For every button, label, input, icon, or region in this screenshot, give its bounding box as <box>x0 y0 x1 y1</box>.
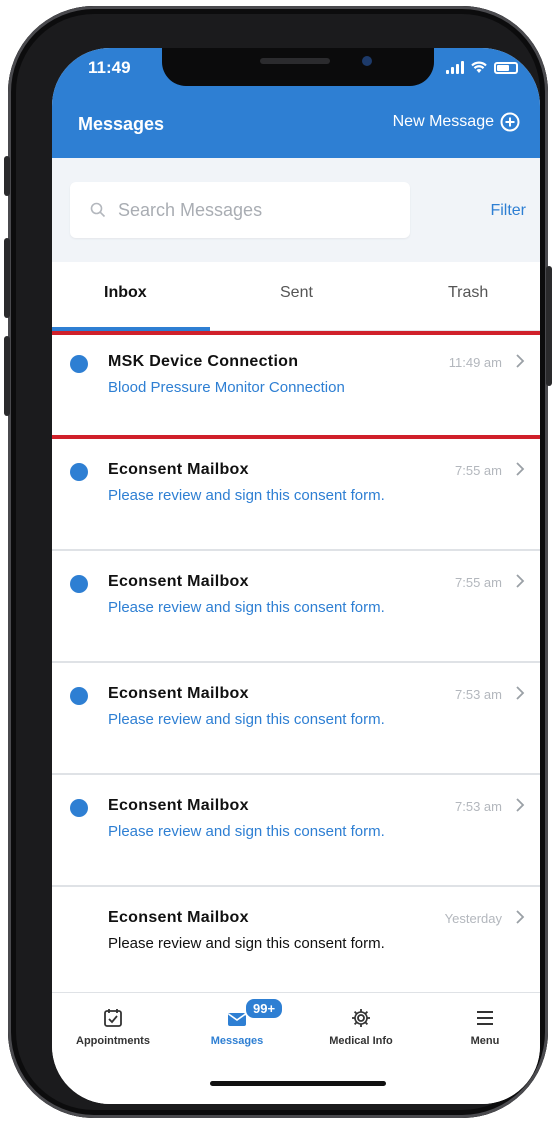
cellular-signal-icon <box>446 60 464 74</box>
hamburger-menu-icon <box>477 1011 493 1025</box>
message-sender: Econsent Mailbox <box>108 573 249 590</box>
nav-messages[interactable]: 99+ Messages <box>182 997 292 1047</box>
calendar-check-icon <box>104 1009 122 1027</box>
message-row-read[interactable]: Econsent Mailbox Please review and sign … <box>52 887 540 999</box>
notch <box>162 48 434 86</box>
chevron-right-icon <box>516 462 525 476</box>
message-preview: Please review and sign this consent form… <box>108 935 385 952</box>
unread-dot <box>70 355 88 373</box>
nav-label: Medical Info <box>329 1035 393 1047</box>
new-message-label: New Message <box>392 113 494 130</box>
message-row[interactable]: Econsent Mailbox Please review and sign … <box>52 663 540 775</box>
nav-menu[interactable]: Menu <box>430 1007 540 1047</box>
message-sender: Econsent Mailbox <box>108 685 249 702</box>
gear-icon <box>352 1009 370 1027</box>
message-tabs: Inbox Sent Trash <box>52 262 540 331</box>
status-icons <box>446 60 518 74</box>
tab-trash[interactable]: Trash <box>448 284 488 302</box>
chevron-right-icon <box>516 686 525 700</box>
status-time: 11:49 <box>88 58 131 77</box>
message-preview: Please review and sign this consent form… <box>108 599 385 616</box>
message-time: 7:53 am <box>455 687 502 702</box>
tab-inbox[interactable]: Inbox <box>104 284 147 302</box>
message-list: MSK Device Connection Blood Pressure Mon… <box>52 331 540 999</box>
chevron-right-icon <box>516 574 525 588</box>
message-preview: Please review and sign this consent form… <box>108 487 385 504</box>
message-time: 7:53 am <box>455 799 502 814</box>
message-preview: Blood Pressure Monitor Connection <box>108 379 345 396</box>
filter-button[interactable]: Filter <box>490 202 526 220</box>
status-bar: 11:49 <box>52 48 540 92</box>
app-header: Messages New Message <box>52 92 540 158</box>
volume-down-button <box>4 336 10 416</box>
message-preview: Please review and sign this consent form… <box>108 711 385 728</box>
nav-label: Appointments <box>76 1035 150 1047</box>
tab-sent[interactable]: Sent <box>280 284 313 302</box>
message-sender: Econsent Mailbox <box>108 461 249 478</box>
wifi-icon <box>471 61 487 73</box>
search-input[interactable] <box>116 198 400 222</box>
message-row[interactable]: Econsent Mailbox Please review and sign … <box>52 551 540 663</box>
nav-appointments[interactable]: Appointments <box>58 1007 168 1047</box>
message-time: 7:55 am <box>455 575 502 590</box>
search-area: Filter <box>52 158 540 262</box>
plus-circle-icon <box>500 112 520 132</box>
message-preview: Please review and sign this consent form… <box>108 823 385 840</box>
power-button <box>546 266 552 386</box>
chevron-right-icon <box>516 798 525 812</box>
message-row[interactable]: Econsent Mailbox Please review and sign … <box>52 775 540 887</box>
message-sender: Econsent Mailbox <box>108 797 249 814</box>
search-box[interactable] <box>70 182 410 238</box>
message-row-highlighted[interactable]: MSK Device Connection Blood Pressure Mon… <box>52 331 540 439</box>
home-indicator <box>210 1081 386 1086</box>
unread-count-badge: 99+ <box>244 997 285 1020</box>
nav-medical-info[interactable]: Medical Info <box>306 1007 416 1047</box>
unread-dot <box>70 687 88 705</box>
unread-dot <box>70 463 88 481</box>
battery-icon <box>494 62 518 74</box>
page-title: Messages <box>78 114 165 134</box>
nav-label: Messages <box>210 1035 264 1047</box>
unread-dot <box>70 575 88 593</box>
message-sender: Econsent Mailbox <box>108 909 249 926</box>
mute-switch <box>4 156 10 196</box>
chevron-right-icon <box>516 354 525 368</box>
message-row[interactable]: Econsent Mailbox Please review and sign … <box>52 439 540 551</box>
unread-dot <box>70 799 88 817</box>
speaker-grille <box>260 58 330 64</box>
message-sender: MSK Device Connection <box>108 353 299 370</box>
phone-frame: 11:49 Messages New Message Search Messag… <box>4 6 552 1118</box>
search-icon <box>90 202 106 218</box>
front-camera <box>362 56 372 66</box>
message-time: 7:55 am <box>455 463 502 478</box>
bottom-nav: Appointments 99+ Messages Medical Info M… <box>52 992 540 1104</box>
message-time: Yesterday <box>444 911 502 926</box>
volume-up-button <box>4 238 10 318</box>
phone-screen: 11:49 Messages New Message Search Messag… <box>52 48 540 1104</box>
new-message-button[interactable]: New Message <box>393 112 520 132</box>
message-time: 11:49 am <box>448 355 502 370</box>
nav-label: Menu <box>470 1035 500 1047</box>
chevron-right-icon <box>516 910 525 924</box>
